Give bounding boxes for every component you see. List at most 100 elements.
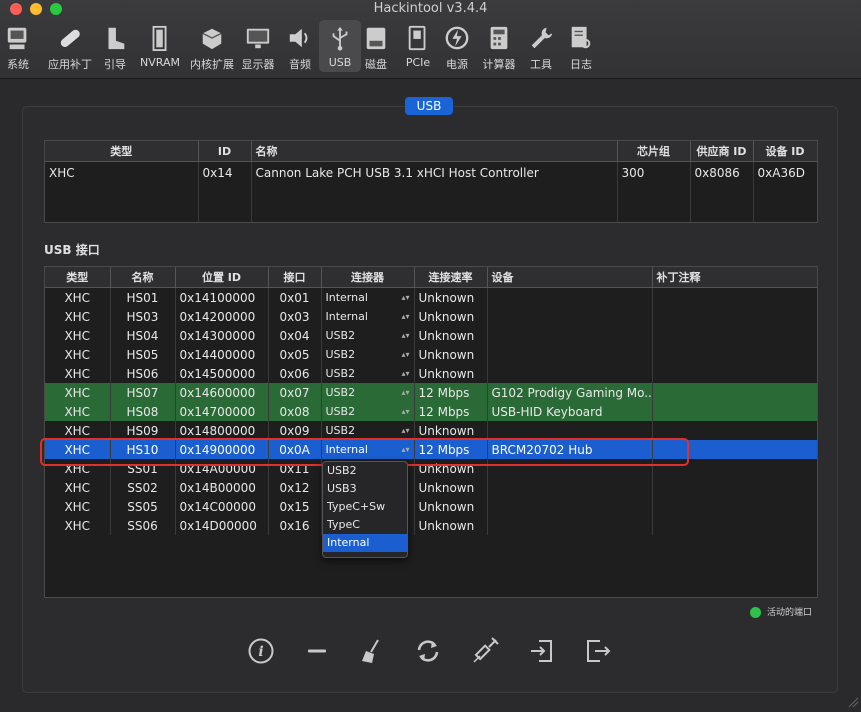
port-comment (652, 287, 817, 307)
port-device (487, 287, 653, 307)
port-name: HS05 (110, 345, 176, 364)
tab-calculator[interactable]: 计算器 (478, 20, 520, 72)
port-connector[interactable]: USB2 ▴▾ (321, 326, 415, 345)
port-row-ss02[interactable]: XHC SS02 0x14B00000 0x12 Unknown (45, 478, 817, 497)
col-header-vendor-id[interactable]: 供应商 ID (690, 141, 754, 162)
port-number: 0x07 (268, 383, 322, 402)
col-header-location-id[interactable]: 位置 ID (175, 267, 269, 288)
tab-label: 系统 (7, 58, 29, 71)
port-comment (652, 345, 817, 364)
resize-handle[interactable] (847, 693, 859, 708)
port-row-hs01[interactable]: XHC HS01 0x14100000 0x01 Internal ▴▾ Unknown (45, 287, 817, 307)
col-header-id[interactable]: ID (198, 141, 252, 162)
connector-value: USB2 (325, 329, 356, 342)
tab-boot[interactable]: 引导 (99, 20, 131, 72)
port-type: XHC (45, 345, 111, 364)
tab-log[interactable]: 日志 (565, 20, 597, 72)
chevron-updown-icon: ▴▾ (401, 369, 410, 378)
chevron-updown-icon: ▴▾ (401, 350, 410, 359)
tab-nvram[interactable]: NVRAM (136, 20, 184, 72)
connector-select[interactable]: USB2 ▴▾ (326, 386, 410, 399)
connector-select[interactable]: USB2 ▴▾ (326, 329, 410, 342)
port-row-hs03[interactable]: XHC HS03 0x14200000 0x03 Internal ▴▾ Unknown (45, 307, 817, 326)
controller-row[interactable]: XHC 0x14 Cannon Lake PCH USB 3.1 xHCI Ho… (45, 161, 817, 222)
col-header-device[interactable]: 设备 (487, 267, 653, 288)
dropdown-option[interactable]: TypeC (323, 516, 407, 534)
port-number: 0x15 (268, 497, 322, 516)
col-header-connector[interactable]: 连接器 (321, 267, 415, 288)
broom-icon[interactable] (358, 637, 386, 665)
port-row-hs07[interactable]: XHC HS07 0x14600000 0x07 USB2 ▴▾ 12 Mbps G102 P… (45, 383, 817, 402)
info-icon[interactable]: i (247, 637, 275, 665)
minus-icon[interactable] (303, 637, 331, 665)
port-location-id: 0x14400000 (175, 345, 269, 364)
port-row-ss06[interactable]: XHC SS06 0x14D00000 0x16 Unknown (45, 516, 817, 535)
port-type: XHC (45, 383, 111, 402)
port-row-hs08[interactable]: XHC HS08 0x14700000 0x08 USB2 ▴▾ 12 Mbps USB-HI… (45, 402, 817, 421)
import-icon[interactable] (528, 637, 556, 665)
port-connector[interactable]: USB2 ▴▾ (321, 364, 415, 383)
tab-wrench[interactable]: 工具 (525, 20, 557, 72)
connector-value: USB2 (325, 405, 356, 418)
connector-select[interactable]: Internal ▴▾ (326, 310, 410, 323)
connector-value: Internal (325, 310, 368, 323)
connector-select[interactable]: Internal ▴▾ (326, 291, 410, 304)
tab-usb[interactable]: USB (319, 20, 361, 72)
tab-disk[interactable]: 磁盘 (360, 20, 392, 72)
port-type: XHC (45, 497, 111, 516)
port-name: HS07 (110, 383, 176, 402)
port-speed: 12 Mbps (414, 383, 488, 402)
tab-power[interactable]: 电源 (440, 20, 474, 72)
port-connector[interactable]: USB2 ▴▾ (321, 345, 415, 364)
col-header-type[interactable]: 类型 (45, 267, 111, 288)
disk-icon (363, 24, 389, 52)
tab-system[interactable]: 系统 (3, 20, 33, 72)
section-badge: USB (405, 97, 453, 115)
tab-audio[interactable]: 音频 (284, 20, 316, 72)
col-header-name[interactable]: 名称 (251, 141, 618, 162)
dropdown-option[interactable]: USB2 (323, 462, 407, 480)
tab-pcie[interactable]: PCIe (401, 20, 435, 72)
legend-label: 活动的端口 (767, 608, 813, 618)
export-icon[interactable] (584, 637, 612, 665)
col-header-type[interactable]: 类型 (45, 141, 199, 162)
port-row-hs04[interactable]: XHC HS04 0x14300000 0x04 USB2 ▴▾ Unknown (45, 326, 817, 345)
connector-select[interactable]: USB2 ▴▾ (326, 367, 410, 380)
tab-display[interactable]: 显示器 (237, 20, 279, 72)
port-row-hs06[interactable]: XHC HS06 0x14500000 0x06 USB2 ▴▾ Unknown (45, 364, 817, 383)
syringe-icon[interactable] (471, 637, 499, 665)
port-type: XHC (45, 307, 111, 326)
port-device (487, 326, 653, 345)
connector-value: USB2 (325, 386, 356, 399)
port-row-hs05[interactable]: XHC HS05 0x14400000 0x05 USB2 ▴▾ Unknown (45, 345, 817, 364)
connector-dropdown-menu[interactable]: USB2 USB3 TypeC+Sw TypeC Internal (322, 461, 408, 558)
refresh-icon[interactable] (414, 637, 442, 665)
tab-bandage[interactable]: 应用补丁 (41, 20, 99, 72)
dropdown-option[interactable]: USB3 (323, 480, 407, 498)
col-header-device-id[interactable]: 设备 ID (753, 141, 817, 162)
col-header-port[interactable]: 接口 (268, 267, 322, 288)
port-location-id: 0x14700000 (175, 402, 269, 421)
port-row-ss05[interactable]: XHC SS05 0x14C00000 0x15 Unknown (45, 497, 817, 516)
col-header-speed[interactable]: 连接速率 (414, 267, 488, 288)
port-connector[interactable]: USB2 ▴▾ (321, 402, 415, 421)
port-number: 0x03 (268, 307, 322, 326)
port-number: 0x01 (268, 287, 322, 307)
port-location-id: 0x14300000 (175, 326, 269, 345)
port-connector[interactable]: USB2 ▴▾ (321, 383, 415, 402)
tab-label: 显示器 (241, 58, 275, 71)
connector-select[interactable]: USB2 ▴▾ (326, 348, 410, 361)
dropdown-option[interactable]: TypeC+Sw (323, 498, 407, 516)
dropdown-option[interactable]: Internal (323, 534, 407, 552)
controller-device-id: 0xA36D (753, 161, 817, 222)
connector-select[interactable]: USB2 ▴▾ (326, 405, 410, 418)
connector-select[interactable]: USB2 ▴▾ (326, 424, 410, 437)
usb-ports-table: 类型 名称 位置 ID 接口 连接器 连接速率 设备 补丁注释 XHC HS01 0… (44, 266, 818, 598)
col-header-name[interactable]: 名称 (110, 267, 176, 288)
col-header-comment[interactable]: 补丁注释 (652, 267, 817, 288)
port-speed: Unknown (414, 345, 488, 364)
col-header-chipset[interactable]: 芯片组 (617, 141, 691, 162)
tab-kext[interactable]: 内核扩展 (183, 20, 241, 72)
port-connector[interactable]: Internal ▴▾ (321, 307, 415, 326)
port-connector[interactable]: Internal ▴▾ (321, 287, 415, 307)
